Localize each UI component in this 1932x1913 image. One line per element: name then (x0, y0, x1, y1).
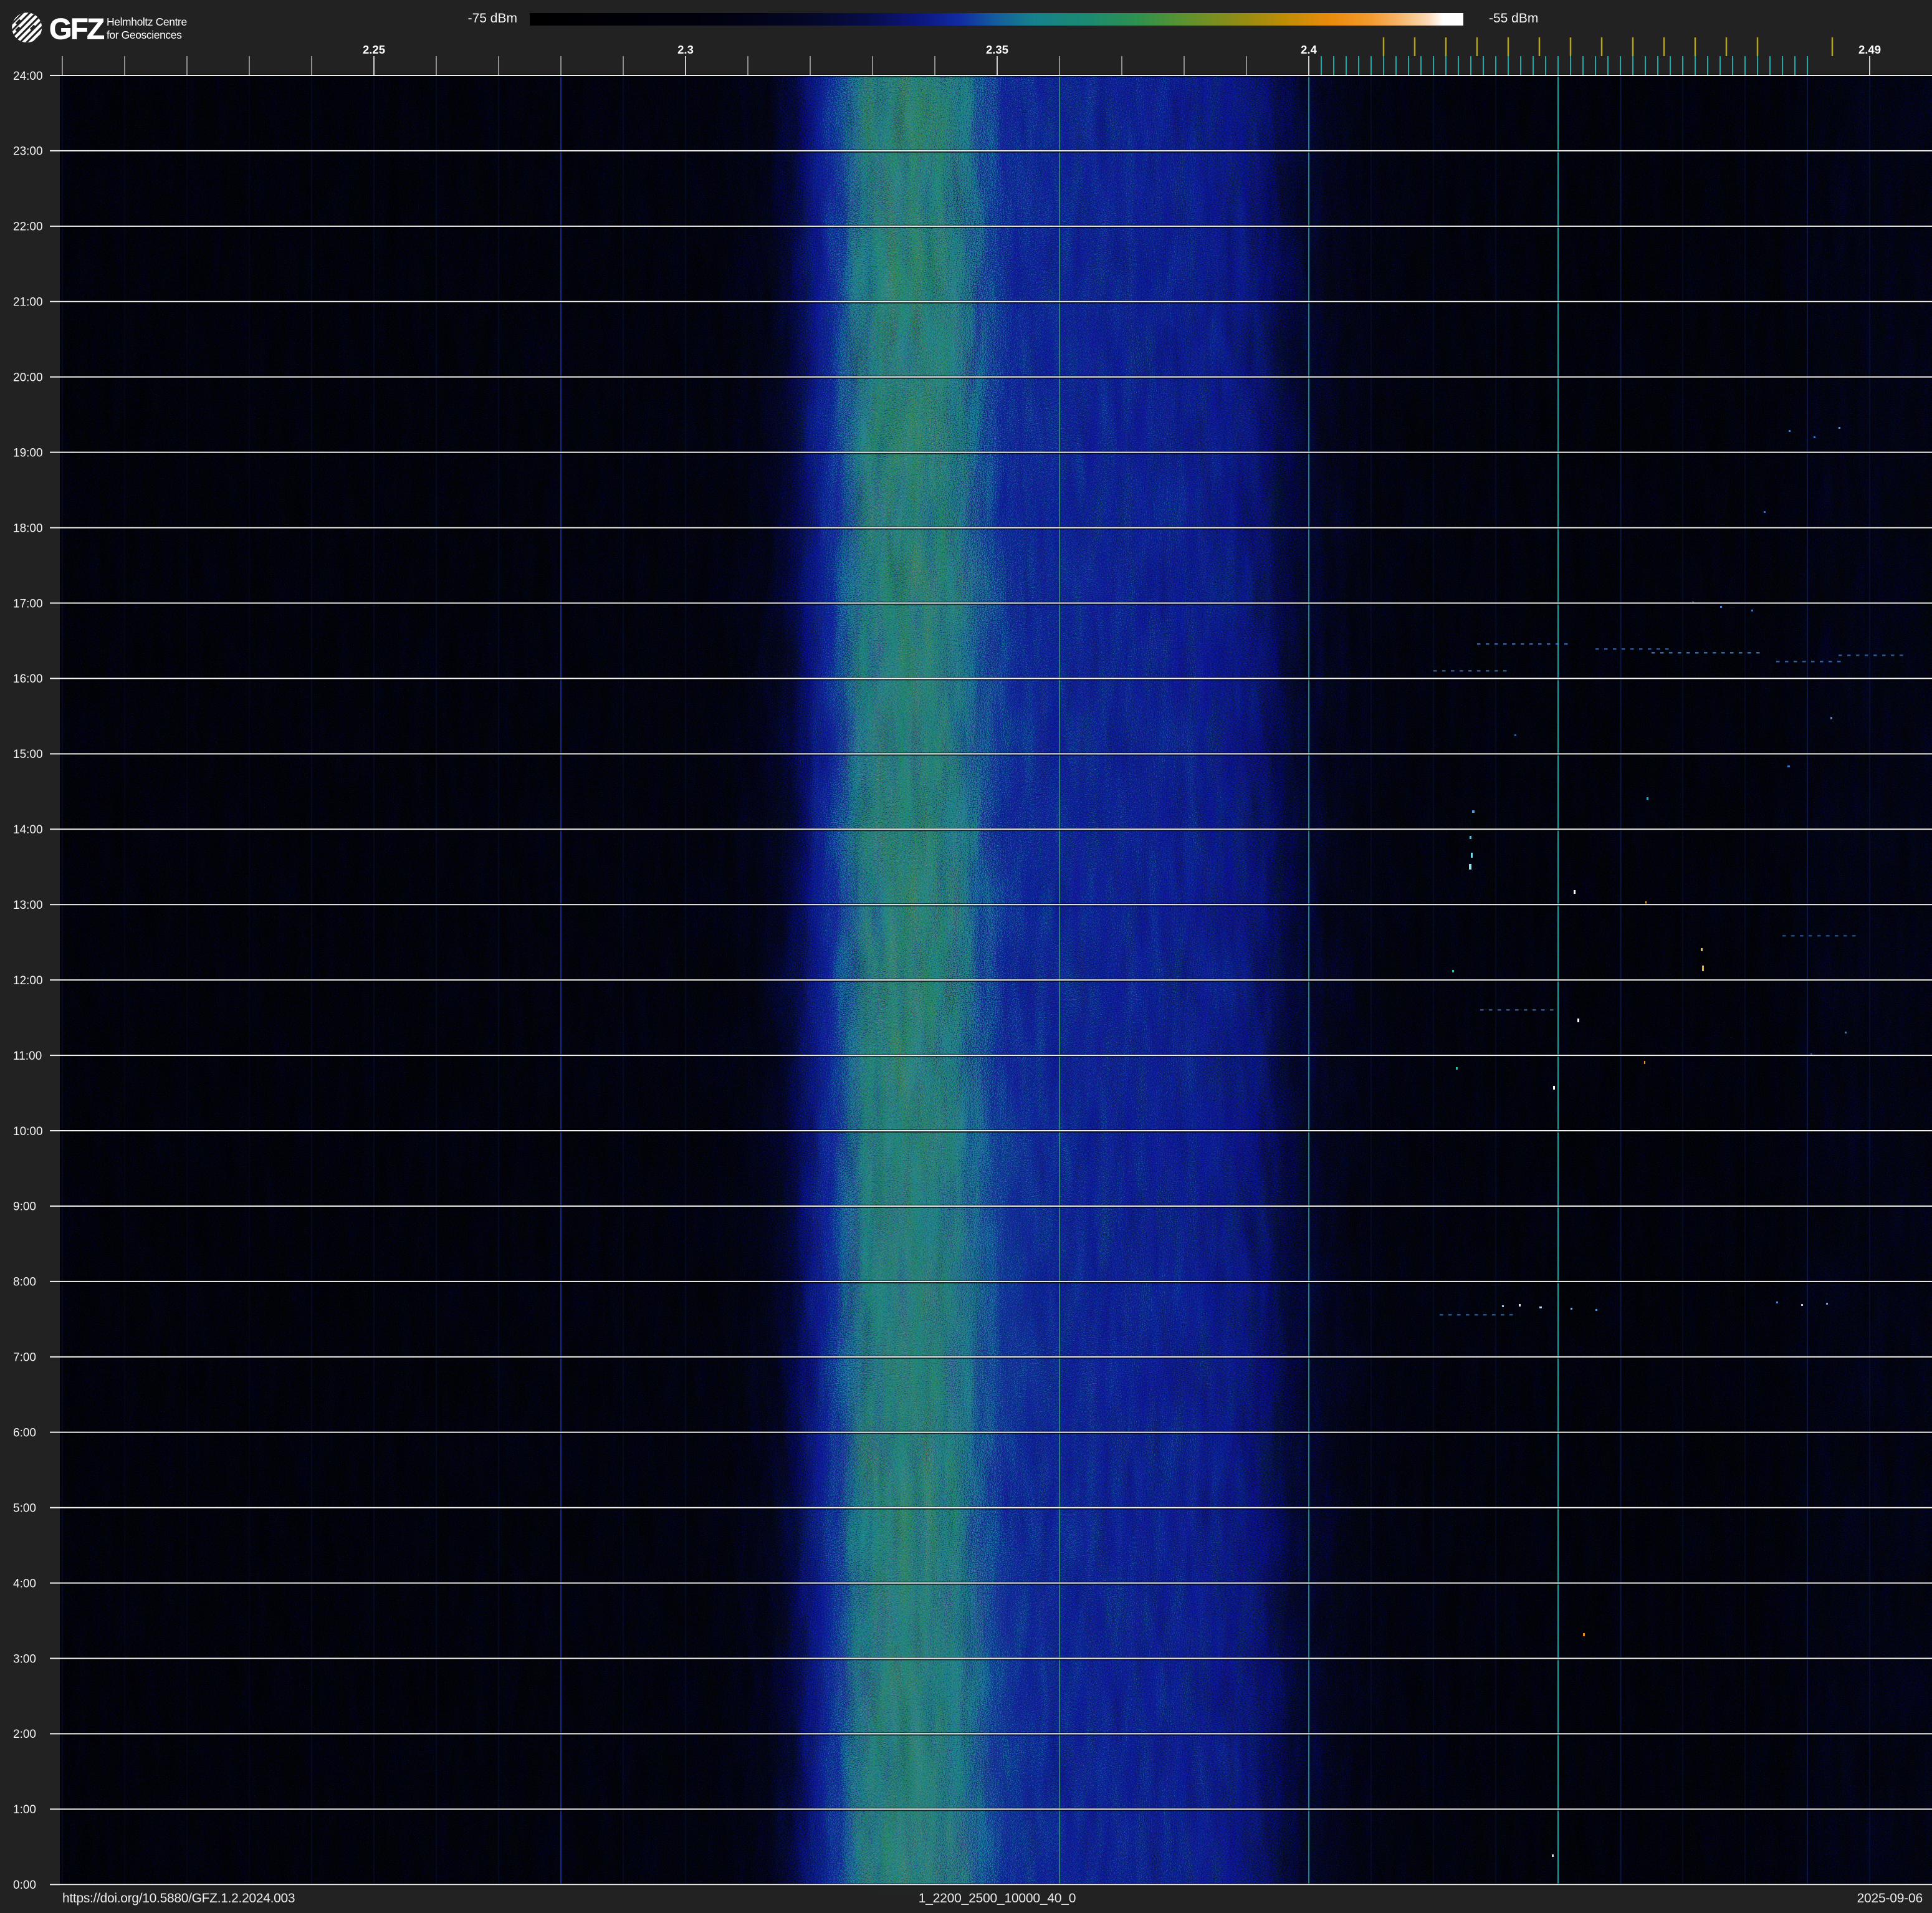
svg-text:23:00: 23:00 (13, 145, 43, 158)
svg-text:17:00: 17:00 (13, 597, 43, 610)
svg-text:15:00: 15:00 (13, 748, 43, 761)
svg-text:2.4: 2.4 (1301, 43, 1317, 56)
svg-text:1_2200_2500_10000_40_0: 1_2200_2500_10000_40_0 (919, 1891, 1076, 1906)
svg-text:2.35: 2.35 (986, 43, 1008, 56)
svg-text:14:00: 14:00 (13, 823, 43, 837)
svg-text:9:00: 9:00 (13, 1201, 36, 1214)
svg-text:16:00: 16:00 (13, 673, 43, 686)
svg-text:12:00: 12:00 (13, 974, 43, 987)
svg-text:19:00: 19:00 (13, 446, 43, 459)
svg-text:1:00: 1:00 (13, 1803, 36, 1816)
svg-text:4:00: 4:00 (13, 1577, 36, 1590)
svg-text:2.3: 2.3 (677, 43, 694, 56)
svg-text:18:00: 18:00 (13, 522, 43, 535)
svg-text:6:00: 6:00 (13, 1427, 36, 1440)
svg-text:https://doi.org/10.5880/GFZ.1.: https://doi.org/10.5880/GFZ.1.2.2024.003 (62, 1891, 295, 1906)
svg-text:-75 dBm: -75 dBm (468, 11, 517, 26)
svg-text:11:00: 11:00 (13, 1050, 42, 1063)
svg-text:10:00: 10:00 (13, 1125, 43, 1138)
svg-text:21:00: 21:00 (13, 296, 43, 309)
svg-text:2:00: 2:00 (13, 1728, 36, 1741)
svg-text:Helmholtz Centre: Helmholtz Centre (107, 16, 187, 28)
svg-text:GFZ: GFZ (49, 12, 104, 46)
svg-text:for Geosciences: for Geosciences (107, 29, 182, 41)
svg-text:8:00: 8:00 (13, 1276, 36, 1289)
svg-text:2025-09-06: 2025-09-06 (1857, 1891, 1923, 1906)
svg-text:2.25: 2.25 (363, 43, 385, 56)
svg-text:5:00: 5:00 (13, 1502, 36, 1515)
svg-text:20:00: 20:00 (13, 372, 43, 385)
svg-text:2.49: 2.49 (1858, 43, 1881, 56)
svg-text:0:00: 0:00 (13, 1879, 36, 1892)
svg-text:7:00: 7:00 (13, 1351, 36, 1364)
svg-text:24:00: 24:00 (13, 70, 43, 83)
svg-text:22:00: 22:00 (13, 221, 43, 234)
svg-text:-55 dBm: -55 dBm (1489, 11, 1538, 26)
svg-text:13:00: 13:00 (13, 899, 43, 912)
svg-text:3:00: 3:00 (13, 1652, 36, 1666)
